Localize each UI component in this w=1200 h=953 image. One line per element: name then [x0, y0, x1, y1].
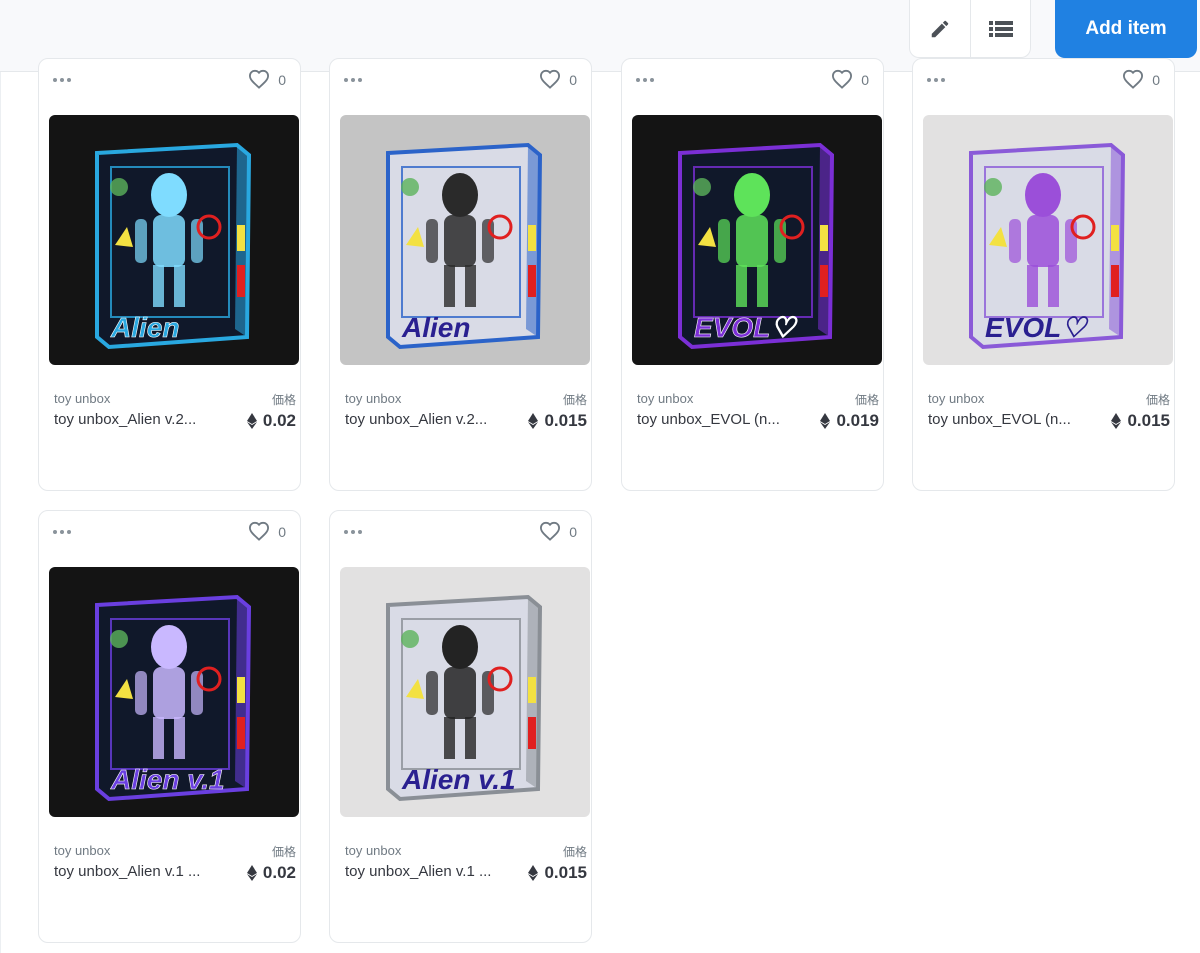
- item-price: 0.015: [1111, 411, 1170, 431]
- card-header: 0: [39, 511, 300, 555]
- nft-card[interactable]: 0 Alien v.1 toy unbox 価格 toy unbox_Alien…: [329, 510, 592, 943]
- collection-name[interactable]: toy unbox: [637, 391, 693, 406]
- collection-name[interactable]: toy unbox: [345, 843, 401, 858]
- item-price: 0.015: [528, 411, 587, 431]
- item-title[interactable]: toy unbox_Alien v.2...: [54, 411, 219, 428]
- price-value: 0.02: [262, 411, 296, 430]
- like-count: 0: [278, 72, 286, 88]
- item-title[interactable]: toy unbox_EVOL (n...: [637, 411, 802, 428]
- nft-card[interactable]: 0 Alien toy unbox 価格 toy unbox_Alien v.2…: [329, 58, 592, 491]
- item-price: 0.019: [820, 411, 879, 431]
- more-options-icon[interactable]: [53, 525, 75, 539]
- price-value: 0.02: [262, 863, 296, 882]
- heart-icon[interactable]: [248, 69, 270, 89]
- box-artwork: Alien: [386, 142, 543, 350]
- svg-text:Alien: Alien: [401, 312, 470, 343]
- list-view-icon: [988, 20, 1013, 37]
- like-count: 0: [861, 72, 869, 88]
- collection-name[interactable]: toy unbox: [928, 391, 984, 406]
- item-image[interactable]: EVOL♡: [923, 115, 1173, 365]
- card-header: 0: [330, 59, 591, 103]
- eth-icon: [246, 413, 257, 429]
- eth-icon: [820, 413, 831, 429]
- like-count: 0: [1152, 72, 1160, 88]
- edit-button[interactable]: [910, 0, 970, 57]
- collection-name[interactable]: toy unbox: [54, 843, 110, 858]
- item-price: 0.015: [528, 863, 587, 883]
- box-artwork: Alien: [95, 142, 252, 350]
- svg-text:Alien v.1: Alien v.1: [110, 764, 225, 795]
- more-options-icon[interactable]: [344, 73, 366, 87]
- heart-icon[interactable]: [539, 521, 561, 541]
- view-toggle-group: [909, 0, 1031, 58]
- price-label: 価格: [562, 393, 587, 407]
- box-artwork: EVOL♡: [969, 142, 1126, 350]
- price-value: 0.015: [1127, 411, 1170, 430]
- svg-text:EVOL♡: EVOL♡: [694, 312, 798, 343]
- heart-icon[interactable]: [1122, 69, 1144, 89]
- nft-card[interactable]: 0 EVOL♡ toy unbox 価格 toy unbox_EVOL (n..…: [621, 58, 884, 491]
- card-header: 0: [622, 59, 883, 103]
- item-image[interactable]: Alien: [340, 115, 590, 365]
- item-title[interactable]: toy unbox_Alien v.1 ...: [54, 863, 219, 880]
- more-options-icon[interactable]: [53, 73, 75, 87]
- heart-icon[interactable]: [831, 69, 853, 89]
- box-artwork: EVOL♡: [678, 142, 835, 350]
- nft-card[interactable]: 0 EVOL♡ toy unbox 価格 toy unbox_EVOL (n..…: [912, 58, 1175, 491]
- eth-icon: [528, 413, 539, 429]
- item-image[interactable]: Alien v.1: [49, 567, 299, 817]
- eth-icon: [1111, 413, 1122, 429]
- like-count: 0: [569, 524, 577, 540]
- nft-card[interactable]: 0 Alien toy unbox 価格 toy unbox_Alien v.2…: [38, 58, 301, 491]
- card-header: 0: [330, 511, 591, 555]
- price-value: 0.019: [836, 411, 879, 430]
- price-label: 価格: [562, 845, 587, 859]
- item-title[interactable]: toy unbox_Alien v.2...: [345, 411, 510, 428]
- item-image[interactable]: EVOL♡: [632, 115, 882, 365]
- left-divider: [0, 72, 1, 953]
- item-image[interactable]: Alien v.1: [340, 567, 590, 817]
- add-item-button[interactable]: Add item: [1055, 0, 1197, 58]
- item-title[interactable]: toy unbox_Alien v.1 ...: [345, 863, 510, 880]
- price-value: 0.015: [544, 411, 587, 430]
- list-view-button[interactable]: [970, 0, 1030, 57]
- price-value: 0.015: [544, 863, 587, 882]
- collection-name[interactable]: toy unbox: [54, 391, 110, 406]
- price-label: 価格: [271, 393, 296, 407]
- eth-icon: [528, 865, 539, 881]
- heart-icon[interactable]: [539, 69, 561, 89]
- svg-text:EVOL♡: EVOL♡: [985, 312, 1089, 343]
- svg-text:Alien v.1: Alien v.1: [401, 764, 516, 795]
- price-label: 価格: [854, 393, 879, 407]
- box-artwork: Alien v.1: [386, 594, 543, 802]
- eth-icon: [246, 865, 257, 881]
- price-label: 価格: [271, 845, 296, 859]
- more-options-icon[interactable]: [344, 525, 366, 539]
- item-title[interactable]: toy unbox_EVOL (n...: [928, 411, 1093, 428]
- box-artwork: Alien v.1: [95, 594, 252, 802]
- heart-icon[interactable]: [248, 521, 270, 541]
- item-price: 0.02: [246, 411, 296, 431]
- card-header: 0: [39, 59, 300, 103]
- item-image[interactable]: Alien: [49, 115, 299, 365]
- more-options-icon[interactable]: [636, 73, 658, 87]
- svg-text:Alien: Alien: [110, 312, 179, 343]
- like-count: 0: [569, 72, 577, 88]
- like-count: 0: [278, 524, 286, 540]
- price-label: 価格: [1145, 393, 1170, 407]
- more-options-icon[interactable]: [927, 73, 949, 87]
- pencil-icon: [931, 20, 949, 37]
- item-price: 0.02: [246, 863, 296, 883]
- nft-card[interactable]: 0 Alien v.1 toy unbox 価格 toy unbox_Alien…: [38, 510, 301, 943]
- collection-name[interactable]: toy unbox: [345, 391, 401, 406]
- card-header: 0: [913, 59, 1174, 103]
